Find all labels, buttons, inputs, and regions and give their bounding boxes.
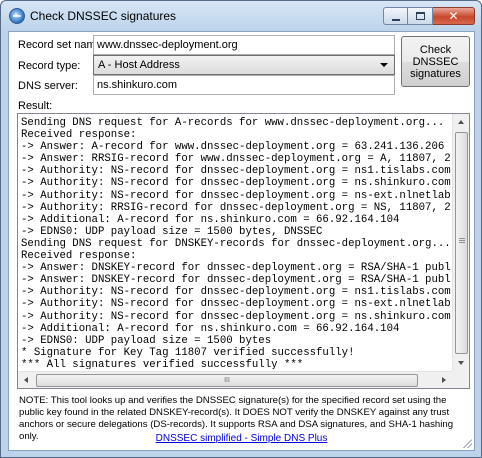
minimize-button[interactable] bbox=[383, 7, 408, 25]
result-line: * Signature for Key Tag 11807 verified s… bbox=[21, 346, 355, 359]
close-icon: ✕ bbox=[448, 9, 459, 23]
result-line: -> EDNS0: UDP payload size = 1500 bytes bbox=[21, 334, 272, 347]
vertical-scrollbar[interactable] bbox=[452, 114, 469, 371]
grip-icon bbox=[459, 238, 465, 239]
result-line: -> Additional: A-record for ns.shinkuro.… bbox=[21, 213, 400, 226]
vertical-scroll-thumb[interactable] bbox=[455, 132, 468, 354]
dialog-body: Record set name: www.dnssec-deployment.o… bbox=[8, 31, 475, 451]
check-dnssec-button-label: Check DNSSEC signatures bbox=[410, 43, 461, 80]
result-line: Sending DNS request for A-records for ww… bbox=[21, 117, 445, 129]
result-line: -> Authority: RRSIG-record for dnssec-de… bbox=[21, 201, 451, 214]
result-text: Sending DNS request for A-records for ww… bbox=[21, 117, 451, 369]
arrow-down-icon bbox=[458, 361, 464, 365]
result-label: Result: bbox=[18, 100, 53, 112]
arrow-right-icon bbox=[442, 377, 446, 383]
horizontal-scrollbar[interactable]: III bbox=[18, 371, 452, 388]
chevron-down-icon bbox=[380, 63, 388, 67]
close-button[interactable]: ✕ bbox=[433, 7, 475, 25]
result-line: -> Authority: NS-record for dnssec-deplo… bbox=[21, 177, 451, 190]
dns-server-input[interactable]: ns.shinkuro.com bbox=[93, 75, 395, 95]
result-line: -> Answer: A-record for www.dnssec-deplo… bbox=[21, 141, 445, 154]
result-line: Received response: bbox=[21, 250, 137, 263]
arrow-left-icon bbox=[24, 377, 28, 383]
result-line: -> Answer: DNSKEY-record for dnssec-depl… bbox=[21, 262, 451, 275]
record-type-select[interactable]: A - Host Address bbox=[93, 55, 395, 75]
title-bar[interactable]: Check DNSSEC signatures ✕ bbox=[1, 1, 481, 31]
footer-link[interactable]: DNSSEC simplified - Simple DNS Plus bbox=[9, 433, 474, 444]
arrow-up-icon bbox=[458, 120, 464, 124]
horizontal-scroll-thumb[interactable]: III bbox=[36, 374, 418, 387]
result-line: -> Answer: DNSKEY-record for dnssec-depl… bbox=[21, 274, 451, 287]
scroll-up-button[interactable] bbox=[453, 114, 470, 131]
resize-grip-icon[interactable] bbox=[462, 438, 472, 448]
scroll-down-button[interactable] bbox=[453, 354, 470, 371]
window-title: Check DNSSEC signatures bbox=[30, 9, 177, 23]
result-line: -> Authority: NS-record for dnssec-deplo… bbox=[21, 165, 451, 178]
scrollbar-corner bbox=[452, 371, 469, 388]
maximize-button[interactable] bbox=[408, 7, 433, 25]
caption-buttons: ✕ bbox=[383, 7, 475, 25]
result-line: -> EDNS0: UDP payload size = 1500 bytes,… bbox=[21, 225, 323, 238]
result-textarea[interactable]: Sending DNS request for A-records for ww… bbox=[17, 113, 470, 389]
result-line: -> Additional: A-record for ns.shinkuro.… bbox=[21, 322, 400, 335]
record-type-label: Record type: bbox=[18, 60, 81, 72]
record-set-input[interactable]: www.dnssec-deployment.org bbox=[93, 35, 395, 55]
dialog-window: Check DNSSEC signatures ✕ Record set nam… bbox=[0, 0, 482, 458]
scroll-right-button[interactable] bbox=[435, 372, 452, 389]
maximize-icon bbox=[416, 12, 425, 20]
grip-icon: III bbox=[224, 377, 230, 384]
dns-server-label: DNS server: bbox=[18, 80, 78, 92]
record-type-value: A - Host Address bbox=[98, 59, 180, 71]
result-line: -> Authority: NS-record for dnssec-deplo… bbox=[21, 310, 451, 323]
record-set-label: Record set name: bbox=[18, 39, 105, 51]
result-line: -> Authority: NS-record for dnssec-deplo… bbox=[21, 286, 451, 299]
scroll-left-button[interactable] bbox=[18, 372, 35, 389]
result-line: -> Authority: NS-record for dnssec-deplo… bbox=[21, 189, 451, 202]
globe-icon bbox=[9, 8, 25, 24]
result-line: Sending DNS request for DNSKEY-records f… bbox=[21, 237, 451, 250]
result-line: -> Authority: NS-record for dnssec-deplo… bbox=[21, 298, 451, 311]
check-dnssec-button[interactable]: Check DNSSEC signatures bbox=[401, 36, 470, 87]
result-line: -> Answer: RRSIG-record for www.dnssec-d… bbox=[21, 153, 451, 166]
result-line: *** All signatures verified successfully… bbox=[21, 358, 304, 369]
result-line: Received response: bbox=[21, 129, 137, 142]
minimize-icon bbox=[392, 19, 400, 21]
